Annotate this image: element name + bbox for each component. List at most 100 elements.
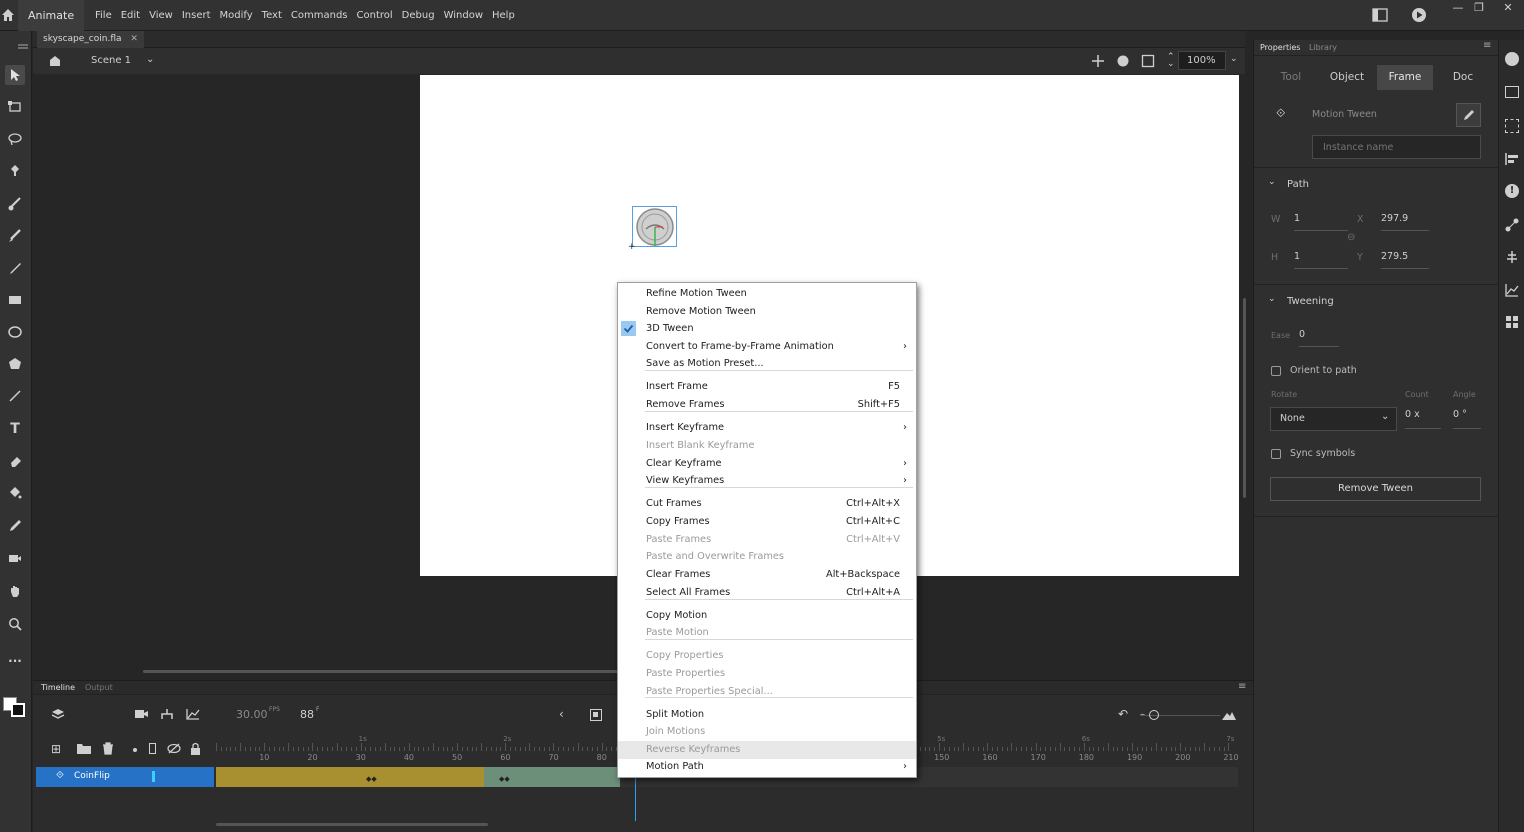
text-tool-icon[interactable]: T bbox=[5, 419, 25, 439]
angle-field[interactable]: 0 ° bbox=[1453, 409, 1481, 429]
tab-doc[interactable]: Doc bbox=[1442, 65, 1484, 90]
ease-field[interactable]: 0 bbox=[1299, 329, 1339, 347]
polystar-tool-icon[interactable] bbox=[5, 354, 25, 374]
menu-item-paste-properties-special[interactable]: Paste Properties Special... bbox=[618, 683, 916, 701]
path-x-field[interactable]: 297.9 bbox=[1381, 213, 1429, 231]
menu-insert[interactable]: Insert bbox=[181, 0, 218, 31]
info-icon[interactable]: ! bbox=[1505, 184, 1519, 198]
menu-edit[interactable]: Edit bbox=[120, 0, 147, 31]
menu-item-paste-frames[interactable]: Paste Frames Ctrl+Alt+V bbox=[618, 531, 916, 549]
coin-symbol[interactable] bbox=[632, 206, 677, 247]
layer-parenting-icon[interactable] bbox=[160, 708, 174, 720]
menu-item-reverse-keyframes[interactable]: Reverse Keyframes bbox=[618, 741, 916, 759]
menu-item-convert-to-frame-by-frame-animation[interactable]: Convert to Frame-by-Frame Animation › bbox=[618, 338, 916, 356]
motion-editor-icon[interactable] bbox=[1505, 283, 1519, 297]
pin-tool-icon[interactable] bbox=[5, 161, 25, 181]
menu-item-clear-frames[interactable]: Clear Frames Alt+Backspace bbox=[618, 566, 916, 584]
scene-dropdown-icon[interactable]: ⌄ bbox=[146, 54, 154, 65]
camera-tool-icon[interactable] bbox=[5, 548, 25, 568]
zoom-dropdown-icon[interactable]: ⌄ bbox=[1230, 54, 1238, 64]
menu-item-paste-motion[interactable]: Paste Motion bbox=[618, 624, 916, 642]
rotate-dropdown[interactable]: None ⌄ bbox=[1270, 407, 1397, 431]
menu-control[interactable]: Control bbox=[356, 0, 400, 31]
path-height-field[interactable]: 1 bbox=[1294, 251, 1348, 269]
eyedropper-tool-icon[interactable] bbox=[5, 516, 25, 536]
align-icon[interactable] bbox=[1505, 152, 1519, 166]
layers-icon[interactable] bbox=[51, 708, 65, 720]
horizontal-scrollbar[interactable] bbox=[143, 670, 621, 673]
vertical-scrollbar[interactable] bbox=[1243, 298, 1246, 498]
workspace-icon[interactable] bbox=[1372, 8, 1388, 22]
remove-tween-button[interactable]: Remove Tween bbox=[1270, 477, 1481, 501]
components-icon[interactable] bbox=[1505, 218, 1519, 232]
camera-icon[interactable] bbox=[135, 709, 149, 720]
clip-content-icon[interactable] bbox=[1141, 54, 1155, 68]
selection-tool-icon[interactable] bbox=[5, 65, 25, 85]
menu-item-cut-frames[interactable]: Cut Frames Ctrl+Alt+X bbox=[618, 495, 916, 513]
orient-to-path-checkbox[interactable] bbox=[1271, 366, 1281, 376]
paint-brush-tool-icon[interactable] bbox=[5, 194, 25, 214]
count-field[interactable]: 0 x bbox=[1405, 409, 1441, 429]
menu-view[interactable]: View bbox=[148, 0, 180, 31]
oval-tool-icon[interactable] bbox=[5, 322, 25, 342]
edit-tween-button[interactable] bbox=[1456, 103, 1481, 127]
layer-row[interactable]: ⟐ CoinFlip bbox=[36, 767, 214, 787]
tab-object[interactable]: Object bbox=[1326, 65, 1368, 90]
link-icon[interactable]: ⊖ bbox=[1347, 232, 1355, 243]
rectangle-tool-icon[interactable] bbox=[5, 290, 25, 310]
close-icon[interactable]: ✕ bbox=[1496, 0, 1520, 18]
previous-frame-icon[interactable]: ‹ bbox=[559, 707, 564, 721]
delete-layer-icon[interactable] bbox=[102, 742, 114, 755]
zoom-field[interactable]: 100% bbox=[1178, 51, 1226, 70]
menu-item-select-all-frames[interactable]: Select All Frames Ctrl+Alt+A bbox=[618, 584, 916, 602]
tab-properties[interactable]: Properties bbox=[1260, 43, 1300, 52]
path-y-field[interactable]: 279.5 bbox=[1381, 251, 1429, 269]
assets-icon[interactable] bbox=[1505, 250, 1519, 264]
menu-item-3d-tween[interactable]: 3D Tween bbox=[618, 320, 916, 338]
loop-icon[interactable]: ↶ bbox=[1118, 707, 1128, 721]
menu-item-paste-and-overwrite-frames[interactable]: Paste and Overwrite Frames bbox=[618, 548, 916, 566]
scene-name[interactable]: Scene 1 bbox=[91, 55, 131, 66]
pencil-tool-icon[interactable] bbox=[5, 258, 25, 278]
tweening-collapse-icon[interactable]: ⌄ bbox=[1268, 294, 1276, 304]
tab-frame[interactable]: Frame bbox=[1377, 65, 1433, 90]
menu-window[interactable]: Window bbox=[443, 0, 490, 31]
eraser-tool-icon[interactable] bbox=[5, 451, 25, 471]
play-icon[interactable] bbox=[1411, 7, 1427, 23]
menu-item-clear-keyframe[interactable]: Clear Keyframe › bbox=[618, 455, 916, 473]
rotate-stage-icon[interactable] bbox=[1116, 54, 1130, 68]
zoom-tool-icon[interactable] bbox=[5, 614, 25, 634]
new-layer-icon[interactable]: ⊞ bbox=[51, 742, 61, 756]
stroke-fill-swatches[interactable] bbox=[3, 683, 29, 717]
stop-icon[interactable] bbox=[590, 709, 602, 721]
menu-item-save-as-motion-preset[interactable]: Save as Motion Preset... bbox=[618, 355, 916, 373]
menu-item-motion-path[interactable]: Motion Path › bbox=[618, 758, 916, 776]
menu-item-view-keyframes[interactable]: View Keyframes › bbox=[618, 472, 916, 490]
instance-name-input[interactable] bbox=[1312, 135, 1481, 159]
menu-item-paste-properties[interactable]: Paste Properties bbox=[618, 665, 916, 683]
menu-item-refine-motion-tween[interactable]: Refine Motion Tween bbox=[618, 285, 916, 303]
menu-debug[interactable]: Debug bbox=[401, 0, 442, 31]
more-tools-icon[interactable]: ··· bbox=[5, 651, 25, 671]
scene-icon[interactable] bbox=[47, 54, 63, 68]
snap-icon[interactable] bbox=[1091, 54, 1105, 68]
menu-item-copy-frames[interactable]: Copy Frames Ctrl+Alt+C bbox=[618, 513, 916, 531]
tab-output[interactable]: Output bbox=[85, 683, 113, 692]
keyframe-marker[interactable]: ◆◆ bbox=[366, 775, 377, 783]
menu-help[interactable]: Help bbox=[491, 0, 522, 31]
tab-library[interactable]: Library bbox=[1309, 43, 1337, 52]
line-tool-icon[interactable] bbox=[5, 386, 25, 406]
layer-name[interactable]: CoinFlip bbox=[74, 771, 110, 781]
sync-symbols-checkbox[interactable] bbox=[1271, 449, 1281, 459]
hand-tool-icon[interactable] bbox=[5, 581, 25, 601]
menu-item-remove-motion-tween[interactable]: Remove Motion Tween bbox=[618, 303, 916, 321]
properties-menu-icon[interactable]: ≡ bbox=[1483, 40, 1491, 51]
home-icon[interactable] bbox=[0, 7, 16, 23]
free-transform-tool-icon[interactable] bbox=[5, 97, 25, 117]
graph-icon[interactable] bbox=[186, 708, 200, 720]
outline-icon[interactable] bbox=[149, 743, 156, 754]
timeline-menu-icon[interactable]: ≡ bbox=[1238, 681, 1246, 692]
zoom-in-mountains-icon[interactable] bbox=[1222, 710, 1236, 720]
panel-menu-icon[interactable] bbox=[18, 44, 28, 50]
hide-layer-icon[interactable] bbox=[167, 743, 181, 754]
